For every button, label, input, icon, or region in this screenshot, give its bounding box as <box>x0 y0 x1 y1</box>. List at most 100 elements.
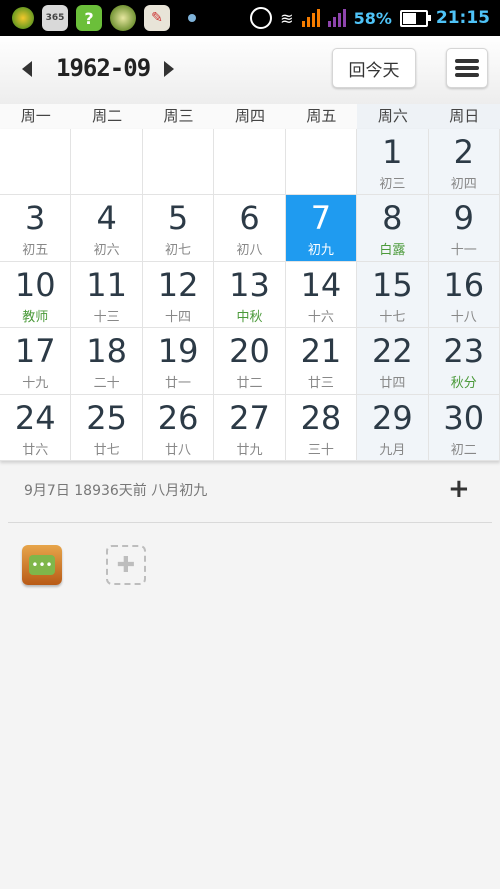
day-number: 6 <box>239 199 260 238</box>
weekday-label: 周五 <box>306 107 337 125</box>
day-number: 10 <box>14 265 56 304</box>
lunar-date: 十三 <box>93 309 120 325</box>
help-icon: ? <box>76 5 102 31</box>
calendar-day-cell[interactable]: 11 十三 <box>71 261 143 329</box>
widget-inner-icon: ••• <box>29 555 55 575</box>
calendar-day-cell[interactable]: 24 廿六 <box>0 394 72 461</box>
clock: 21:15 <box>435 8 490 28</box>
battery-percent: 58% <box>353 8 392 28</box>
day-number: 25 <box>86 398 127 437</box>
calendar-empty-cell <box>285 129 358 196</box>
signal-2-icon <box>327 9 346 27</box>
weekday-label: 周二 <box>92 107 123 125</box>
day-number: 27 <box>229 398 270 437</box>
calendar-day-cell[interactable]: 16 十八 <box>428 261 500 329</box>
calendar-empty-cell <box>214 129 286 196</box>
day-number: 26 <box>157 398 199 437</box>
next-month-icon[interactable] <box>164 61 174 77</box>
signal-icon <box>301 9 320 27</box>
add-event-button[interactable]: + <box>448 476 470 502</box>
menu-button[interactable] <box>446 48 488 88</box>
calendar-day-cell[interactable]: 29 九月 <box>357 394 429 461</box>
calendar-empty-cell <box>0 129 72 196</box>
calendar-day-cell[interactable]: 10 教师 <box>0 261 72 329</box>
lunar-date: 中秋 <box>236 309 263 325</box>
lunar-date: 初八 <box>236 243 263 259</box>
wechat-widget-icon[interactable]: ••• <box>22 545 62 585</box>
lunar-date: 十九 <box>22 376 49 392</box>
calendar-day-cell[interactable]: 14 十六 <box>285 261 358 329</box>
calendar-day-cell[interactable]: 27 廿九 <box>214 394 286 461</box>
calendar-header: 1962-09 回今天 <box>0 36 500 104</box>
alarm-icon <box>250 7 273 29</box>
notification-dot-icon <box>188 14 196 22</box>
weekday-label: 周三 <box>163 107 194 125</box>
calendar-day-cell[interactable]: 9 十一 <box>428 195 500 262</box>
calendar-empty-cell <box>142 129 215 196</box>
calendar-day-cell[interactable]: 21 廿三 <box>285 328 358 395</box>
calendar-day-cell[interactable]: 6 初八 <box>214 195 286 262</box>
calendar-day-cell[interactable]: 13 中秋 <box>214 261 286 329</box>
day-number: 7 <box>310 199 332 238</box>
lunar-date: 秋分 <box>450 376 477 392</box>
calendar-day-cell[interactable]: 7 初九 <box>285 195 358 262</box>
status-bar: 365 ? ✎ ≋ 58% 21:15 <box>0 0 500 36</box>
app-icon-1 <box>12 7 34 29</box>
calendar-day-cell[interactable]: 26 廿八 <box>142 394 215 461</box>
day-number: 12 <box>157 265 199 304</box>
lunar-date: 廿四 <box>379 376 406 392</box>
app-icon-5: ✎ <box>144 5 170 31</box>
day-number: 9 <box>453 199 474 238</box>
calendar-day-cell[interactable]: 15 十七 <box>357 261 429 329</box>
calendar-day-cell[interactable]: 18 二十 <box>71 328 143 395</box>
day-number: 2 <box>453 133 474 171</box>
lunar-date: 廿九 <box>236 442 263 458</box>
prev-month-icon[interactable] <box>22 61 32 77</box>
day-number: 11 <box>86 265 127 304</box>
calendar-day-cell[interactable]: 25 廿七 <box>71 394 143 461</box>
calendar-day-cell[interactable]: 17 十九 <box>0 328 72 395</box>
calendar-day-cell[interactable]: 20 廿二 <box>214 328 286 395</box>
day-number: 8 <box>382 199 403 238</box>
day-number: 13 <box>229 265 270 304</box>
month-label[interactable]: 1962-09 <box>56 54 151 82</box>
weekday-label: 周四 <box>234 107 265 125</box>
lunar-date: 初四 <box>450 177 477 192</box>
calendar-day-cell[interactable]: 1 初三 <box>357 129 429 196</box>
day-number: 20 <box>229 332 270 371</box>
day-number: 19 <box>157 332 199 371</box>
day-number: 22 <box>371 332 413 371</box>
lunar-date: 九月 <box>379 442 406 458</box>
calendar-day-cell[interactable]: 4 初六 <box>71 195 143 262</box>
calendar-day-cell[interactable]: 3 初五 <box>0 195 72 262</box>
day-number: 23 <box>443 332 485 371</box>
lunar-date: 十六 <box>307 309 334 325</box>
battery-icon <box>399 9 431 27</box>
calendar-day-cell[interactable]: 22 廿四 <box>357 328 429 395</box>
lunar-date: 初六 <box>93 243 120 259</box>
calendar-day-cell[interactable]: 5 初七 <box>142 195 215 262</box>
calendar-day-cell[interactable]: 23 秋分 <box>428 328 500 395</box>
system-status: ≋ 58% 21:15 <box>250 0 490 36</box>
day-number: 16 <box>443 265 485 304</box>
calendar-day-cell[interactable]: 28 三十 <box>285 394 358 461</box>
puzzle-icon[interactable]: ✚ <box>106 545 146 585</box>
calendar-day-cell[interactable]: 8 白露 <box>357 195 429 262</box>
calendar-day-cell[interactable]: 2 初四 <box>428 129 500 196</box>
weekday-label: 周六 <box>357 104 429 129</box>
menu-icon-line <box>455 73 479 77</box>
app-icon-4 <box>110 5 136 31</box>
day-number: 15 <box>371 265 413 304</box>
today-button[interactable]: 回今天 <box>332 48 416 88</box>
wifi-icon: ≋ <box>280 8 294 28</box>
calendar-day-cell[interactable]: 30 初二 <box>428 394 500 461</box>
lunar-date: 初九 <box>307 243 334 259</box>
day-number: 5 <box>167 199 189 238</box>
day-number: 1 <box>382 133 403 171</box>
lunar-date: 廿一 <box>165 376 192 392</box>
day-number: 18 <box>86 332 127 371</box>
calendar-365-icon: 365 <box>42 5 68 31</box>
day-number: 17 <box>14 332 56 371</box>
calendar-day-cell[interactable]: 19 廿一 <box>142 328 215 395</box>
calendar-day-cell[interactable]: 12 十四 <box>142 261 215 329</box>
